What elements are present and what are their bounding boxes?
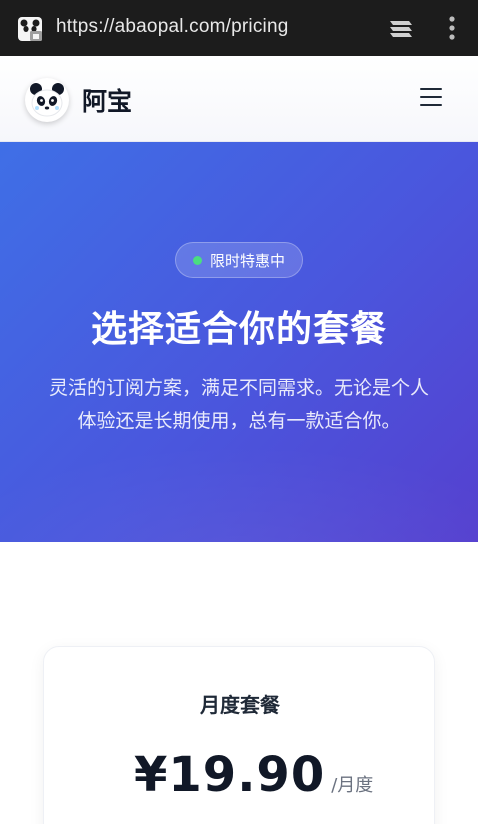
plan-period: /月度 [331,775,374,796]
url-text[interactable]: https://abaopal.com/pricing [56,16,288,38]
hero-subtitle-line-1: 灵活的订阅方案，满足不同需求。无论是个人 [48,377,429,399]
page-title: 选择适合你的套餐 [90,309,387,350]
plan-name: 月度套餐 [200,693,280,717]
panda-favicon-icon [16,15,44,43]
site-header: 阿宝 [0,56,478,142]
browser-url-bar: https://abaopal.com/pricing [0,0,478,56]
hero-subtitle: 灵活的订阅方案，满足不同需求。无论是个人 体验还是长期使用，总有一款适合你。 [24,372,454,438]
panda-logo-icon[interactable] [25,78,69,122]
brand-name[interactable]: 阿宝 [82,82,132,118]
promo-badge-label: 限时特惠中 [209,251,285,270]
hamburger-menu-icon[interactable] [420,88,442,108]
more-vertical-icon[interactable] [444,15,460,41]
tabs-icon[interactable] [387,17,415,39]
hero-section: 限时特惠中 选择适合你的套餐 灵活的订阅方案，满足不同需求。无论是个人 体验还是… [0,142,478,542]
hero-subtitle-line-2: 体验还是长期使用，总有一款适合你。 [77,410,401,432]
status-dot-icon [192,255,202,265]
promo-badge: 限时特惠中 [175,242,303,278]
plan-price: ¥19.90 [134,747,326,803]
pricing-card-monthly: 月度套餐 ¥19.90 /月度 [43,646,435,824]
price-row: ¥19.90 /月度 [134,747,373,803]
